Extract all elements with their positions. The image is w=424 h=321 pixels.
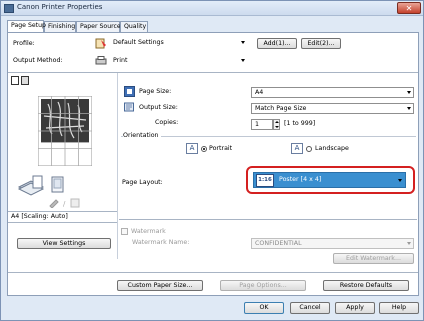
preview-edit-icons: / xyxy=(49,198,80,208)
output-method-label: Output Method: xyxy=(13,57,63,64)
divider xyxy=(119,219,417,220)
printer-icon xyxy=(4,4,14,13)
portrait-label[interactable]: Portrait xyxy=(209,145,232,153)
paper-stack-icon xyxy=(17,175,45,196)
tab-paper-source[interactable]: Paper Source xyxy=(76,21,121,32)
add-profile-button[interactable]: Add(1)... xyxy=(257,38,297,49)
output-size-select[interactable]: Match Page Size xyxy=(251,103,414,114)
preview-divider-bottom xyxy=(8,222,117,223)
chevron-down-icon xyxy=(407,107,411,110)
orientation-label: Orientation xyxy=(123,132,161,140)
chevron-down-icon xyxy=(407,91,411,94)
ok-button[interactable]: OK xyxy=(244,302,284,314)
apply-button[interactable]: Apply xyxy=(335,302,375,314)
copies-value: 1 xyxy=(255,121,260,128)
view-settings-button[interactable]: View Settings xyxy=(17,238,111,249)
spin-up-icon[interactable] xyxy=(275,121,279,123)
spin-down-icon[interactable] xyxy=(275,126,279,128)
page-layout-label: Page Layout: xyxy=(122,179,163,186)
output-method-select[interactable]: Print xyxy=(110,56,247,67)
profile-icon xyxy=(95,38,106,49)
page-size-select[interactable]: A4 xyxy=(251,87,414,98)
preview-caption: A4 [Scaling: Auto] xyxy=(11,213,68,220)
poster-preview xyxy=(38,96,92,166)
print-icon xyxy=(95,56,107,65)
window-title: Canon Printer Properties xyxy=(17,3,103,11)
chevron-down-icon xyxy=(398,179,402,182)
copies-input[interactable]: 1 xyxy=(251,119,273,130)
page-setup-panel: Profile: Default Settings Add(1)... Edit… xyxy=(7,32,419,296)
output-size-value: Match Page Size xyxy=(255,105,307,112)
page-size-icon xyxy=(124,86,135,97)
title-bar: Canon Printer Properties ✕ xyxy=(1,1,423,16)
preview-divider xyxy=(8,211,117,212)
copies-label: Copies: xyxy=(155,119,179,126)
printer-properties-window: Canon Printer Properties ✕ Page Setup Fi… xyxy=(0,0,424,321)
portrait-radio[interactable] xyxy=(201,146,207,152)
page-layout-value: Poster [4 x 4] xyxy=(279,176,322,183)
watermark-name-label: Watermark Name: xyxy=(132,239,190,246)
divider xyxy=(8,272,418,273)
page-size-label: Page Size: xyxy=(139,88,172,95)
page-size-value: A4 xyxy=(255,89,264,96)
output-method-value: Print xyxy=(113,57,128,64)
copies-range: [1 to 999] xyxy=(284,120,316,127)
tab-finishing[interactable]: Finishing xyxy=(44,21,76,32)
watermark-label[interactable]: Watermark xyxy=(131,228,166,236)
vertical-divider xyxy=(117,73,118,259)
output-size-label: Output Size: xyxy=(139,104,178,111)
profile-value: Default Settings xyxy=(113,39,164,46)
watermark-checkbox[interactable] xyxy=(121,228,128,235)
close-button[interactable]: ✕ xyxy=(397,2,421,14)
output-size-icon xyxy=(124,102,134,112)
custom-paper-size-button[interactable]: Custom Paper Size... xyxy=(117,280,203,291)
chevron-down-icon xyxy=(407,242,411,245)
profile-select[interactable]: Default Settings xyxy=(110,38,247,49)
restore-defaults-button[interactable]: Restore Defaults xyxy=(323,280,409,291)
orientation-group xyxy=(121,136,416,163)
landscape-radio[interactable] xyxy=(306,146,312,152)
cancel-button[interactable]: Cancel xyxy=(290,302,330,314)
watermark-name-value: CONFIDENTIAL xyxy=(255,240,302,247)
page-layout-select[interactable]: 1:16 Poster [4 x 4] xyxy=(253,172,406,188)
edit-watermark-button[interactable]: Edit Watermark... xyxy=(333,253,414,264)
profile-label: Profile: xyxy=(13,40,35,47)
edit-profile-button[interactable]: Edit(2)... xyxy=(301,38,341,49)
help-button[interactable]: Help xyxy=(379,302,419,314)
copies-spinner[interactable] xyxy=(273,119,280,130)
landscape-label[interactable]: Landscape xyxy=(315,145,349,153)
poster-layout-icon: 1:16 xyxy=(256,174,274,187)
tab-page-setup[interactable]: Page Setup xyxy=(7,20,46,32)
tab-quality[interactable]: Quality xyxy=(120,21,148,32)
divider xyxy=(8,72,418,73)
document-icon xyxy=(51,176,64,193)
landscape-icon: A xyxy=(291,143,303,154)
chevron-down-icon xyxy=(241,41,245,44)
chevron-down-icon xyxy=(241,59,245,62)
portrait-icon: A xyxy=(186,143,198,154)
page-options-button[interactable]: Page Options... xyxy=(220,280,306,291)
watermark-name-select[interactable]: CONFIDENTIAL xyxy=(251,238,414,249)
svg-text:/: / xyxy=(63,200,66,208)
preview-mode-icon[interactable] xyxy=(11,76,31,85)
